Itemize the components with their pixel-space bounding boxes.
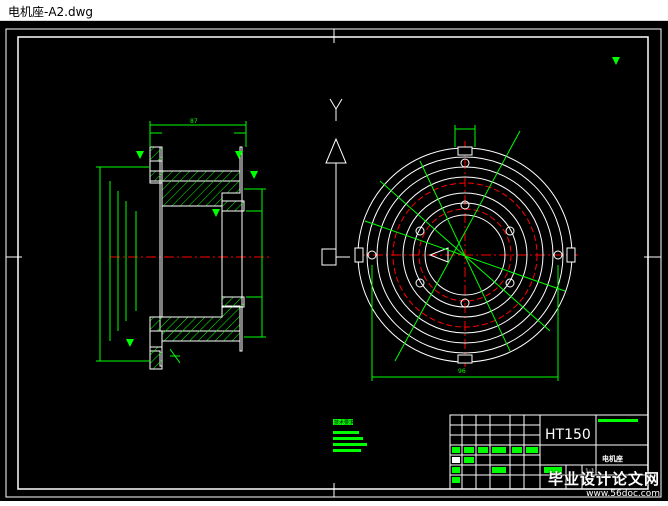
title-bar: 电机座-A2.dwg [0,0,668,21]
part-name-label: 电机座 [602,454,623,463]
tech-req-label: 技术要求 [334,419,354,426]
drawing-svg: 87 96 技术要求 HT150 电机座 1:1 [5,28,662,498]
tech-req-line-2 [333,437,363,440]
watermark-text: 毕业设计论文网 [547,470,660,488]
watermark: 毕业设计论文网 www.56doc.com [548,468,660,499]
dim-top-width: 87 [190,118,198,125]
window-title: 电机座-A2.dwg [8,5,94,19]
material-label: HT150 [545,427,591,443]
tech-req-line-4 [333,449,361,452]
view-direction-arrow [321,98,350,266]
tech-req-line-1 [333,431,359,434]
section-view [96,121,270,370]
watermark-url: www.56doc.com [586,489,660,499]
cad-canvas[interactable]: 87 96 技术要求 HT150 电机座 1:1 毕业设计论文网 www.56d… [0,21,668,501]
roughness-symbol [612,57,620,65]
tech-req-line-3 [333,443,367,446]
dim-circle-width: 96 [458,368,466,375]
front-view [354,125,578,381]
